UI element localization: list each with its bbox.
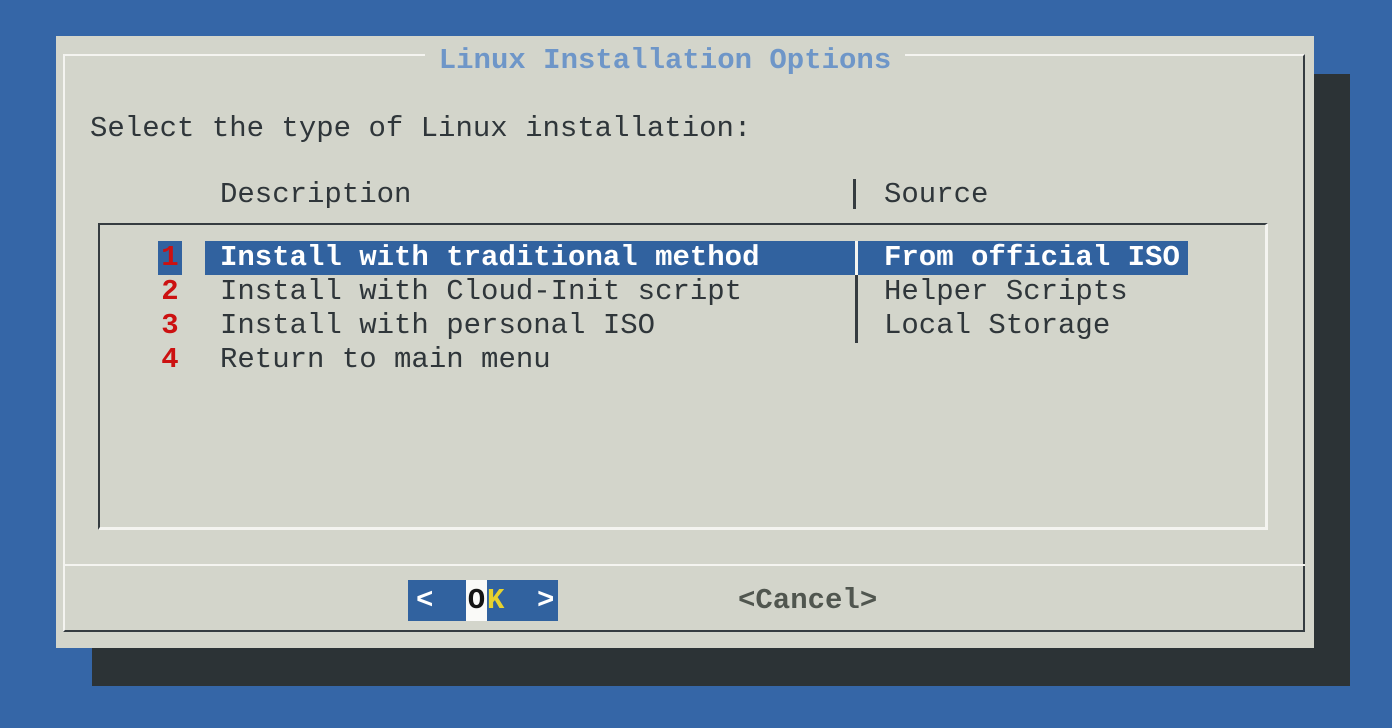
menu-item-number: 4	[158, 343, 182, 377]
button-separator-line	[63, 564, 1305, 566]
ok-button-hotkey-char: K	[487, 580, 504, 621]
menu-item-body: Install with Cloud-Init script Helper Sc…	[205, 275, 1188, 309]
column-header-source: Source	[884, 178, 988, 212]
column-header-description: Description	[220, 178, 411, 212]
menu-item-description: Install with traditional method	[220, 241, 760, 275]
menu-item-column-separator	[855, 275, 858, 309]
ok-button-close-bracket: >	[537, 580, 554, 621]
menu-item-source: Local Storage	[884, 309, 1110, 343]
ok-button[interactable]: < O K >	[408, 580, 558, 621]
menu-item-number: 2	[158, 275, 182, 309]
menu-item-description: Return to main menu	[220, 343, 551, 377]
menu-item-body: Return to main menu	[205, 343, 1188, 377]
menu-item-body: Install with traditional method From off…	[205, 241, 1188, 275]
column-separator-line	[853, 179, 856, 209]
menu-item-source: From official ISO	[884, 241, 1180, 275]
dialog-title-row: Linux Installation Options	[16, 43, 1314, 82]
dialog-title: Linux Installation Options	[425, 44, 905, 77]
cancel-button[interactable]: <Cancel>	[738, 580, 877, 621]
dialog-window: Linux Installation Options Select the ty…	[56, 36, 1314, 648]
menu-item-source: Helper Scripts	[884, 275, 1128, 309]
ok-button-cursor-char: O	[466, 580, 487, 621]
menu-item-3[interactable]: 3 Install with personal ISO Local Storag…	[100, 309, 1265, 343]
menu-listbox: 1 Install with traditional method From o…	[98, 223, 1268, 530]
menu-item-column-separator	[855, 309, 858, 343]
menu-item-number: 1	[158, 241, 182, 275]
menu-item-number: 3	[158, 309, 182, 343]
menu-item-body: Install with personal ISO Local Storage	[205, 309, 1188, 343]
menu-item-description: Install with Cloud-Init script	[220, 275, 742, 309]
menu-item-1[interactable]: 1 Install with traditional method From o…	[100, 241, 1265, 275]
menu-item-2[interactable]: 2 Install with Cloud-Init script Helper …	[100, 275, 1265, 309]
menu-item-4[interactable]: 4 Return to main menu	[100, 343, 1265, 377]
menu-item-description: Install with personal ISO	[220, 309, 655, 343]
prompt-text: Select the type of Linux installation:	[90, 111, 751, 146]
ok-button-open-bracket: <	[416, 580, 433, 621]
terminal-screen: Linux Installation Options Select the ty…	[0, 0, 1392, 728]
menu-item-column-separator	[855, 241, 858, 275]
column-header-row: Description Source	[56, 178, 1314, 212]
